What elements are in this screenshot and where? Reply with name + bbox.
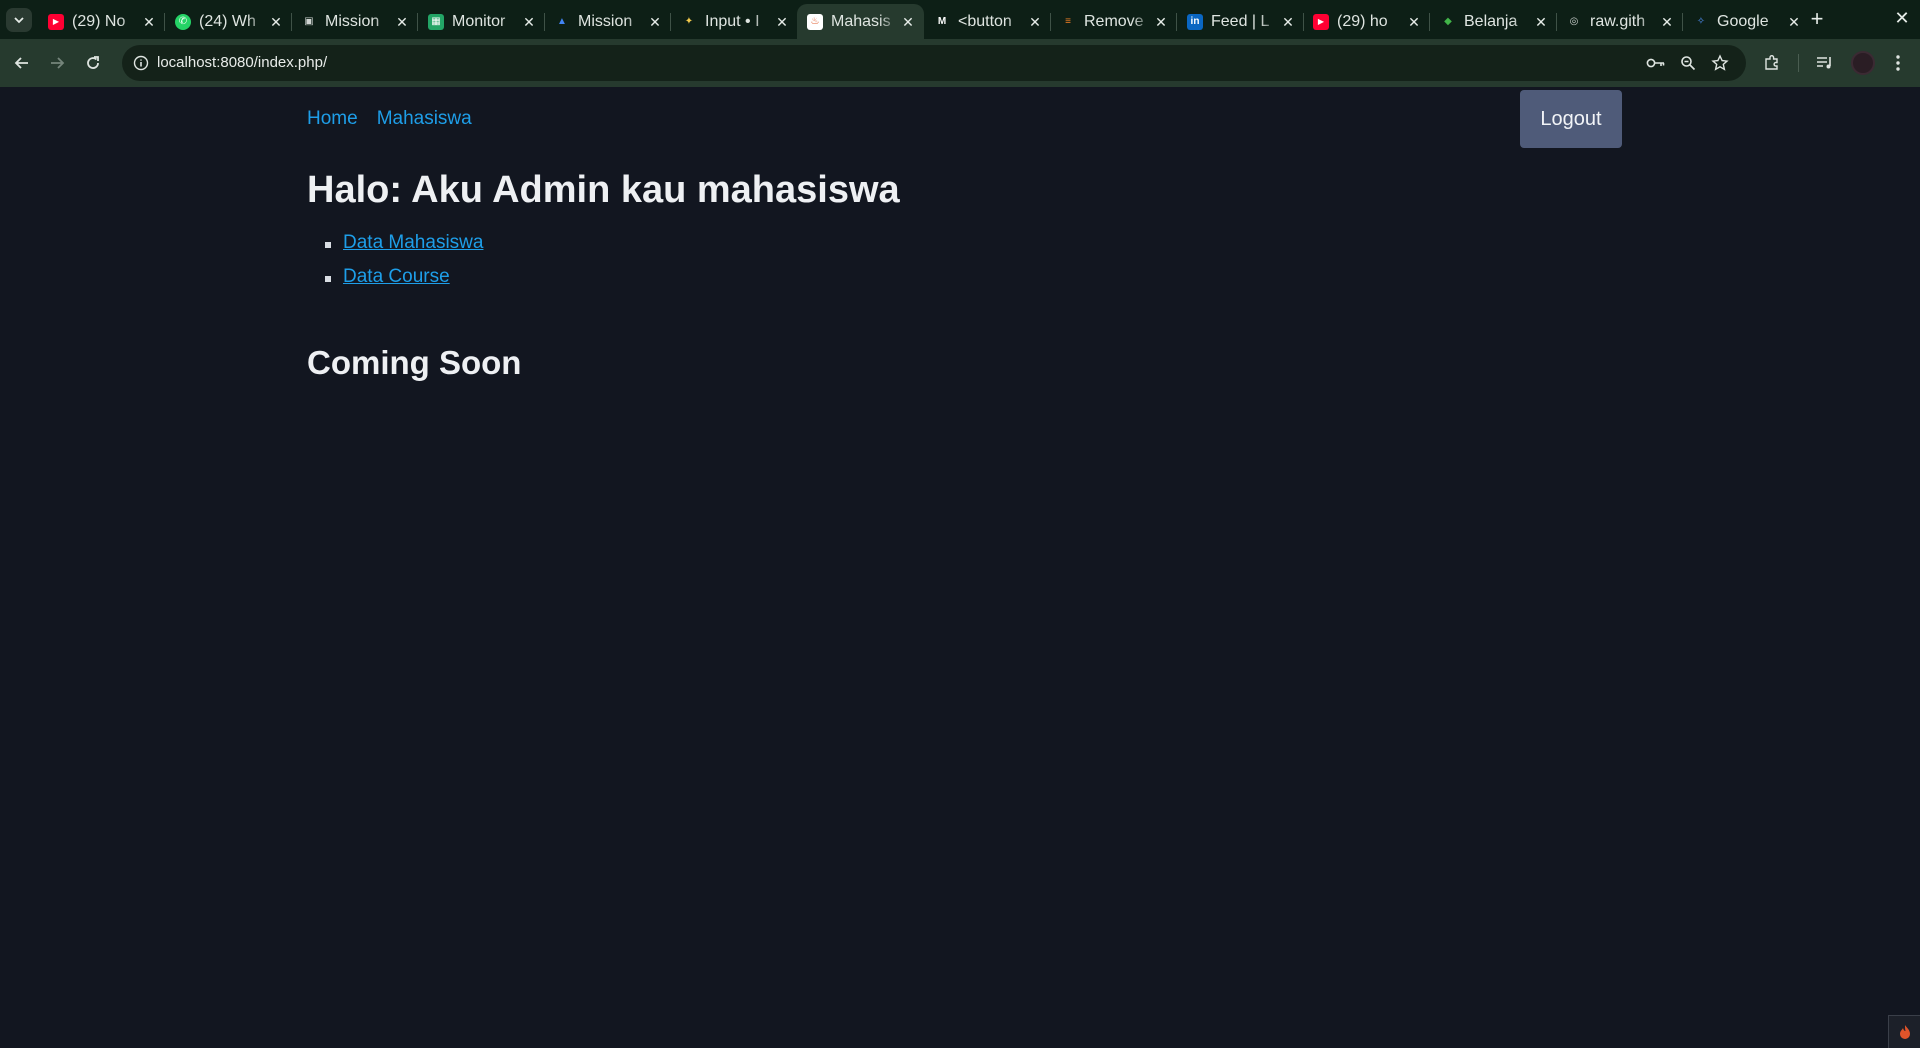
tab-11[interactable]: ▶ (29) ho ✕ (1303, 4, 1430, 39)
profile-avatar[interactable] (1851, 51, 1875, 75)
bullet-icon (325, 276, 331, 282)
tab-title: Mission (325, 12, 380, 30)
tab-title: Google (1717, 12, 1769, 30)
reload-button[interactable] (80, 50, 106, 76)
whatsapp-icon: ✆ (175, 13, 191, 30)
stackoverflow-icon: ≡ (1065, 16, 1071, 27)
flame-icon (1899, 1025, 1910, 1039)
reload-icon (87, 56, 99, 69)
mdn-icon: M (937, 16, 947, 27)
tab-close-icon[interactable]: ✕ (394, 14, 410, 30)
tab-close-icon[interactable]: ✕ (1153, 14, 1169, 30)
tab-close-icon[interactable]: ✕ (1659, 14, 1675, 30)
youtube-icon: ▶ (1313, 13, 1329, 30)
tab-10[interactable]: in Feed | L ✕ (1177, 4, 1304, 39)
bullet-icon (325, 242, 331, 248)
browser-menu-button[interactable] (1885, 50, 1911, 76)
kebab-menu-icon (1896, 55, 1900, 71)
codeigniter-icon: ♨ (807, 13, 823, 30)
tab-close-icon[interactable]: ✕ (900, 14, 916, 30)
sheets-icon: ▦ (428, 13, 444, 30)
tab-close-icon[interactable]: ✕ (1280, 14, 1296, 30)
site-nav: Home Mahasiswa (307, 108, 472, 130)
tab-3[interactable]: ▣ Mission ✕ (291, 4, 418, 39)
tab-title: Mahasis (831, 12, 891, 30)
tab-9[interactable]: ≡ Remove ✕ (1050, 4, 1177, 39)
tab-title: <button (958, 12, 1012, 30)
tab-title: (29) No (72, 12, 126, 30)
tab-title: Input • I (705, 12, 760, 30)
globe-icon: ◎ (1569, 16, 1579, 27)
tab-close-icon[interactable]: ✕ (1533, 14, 1549, 30)
forward-button[interactable] (44, 50, 70, 76)
tab-close-icon[interactable]: ✕ (141, 14, 157, 30)
tab-12[interactable]: ◆ Belanja ✕ (1430, 4, 1557, 39)
tab-7[interactable]: ♨ Mahasis ✕ (797, 4, 924, 39)
tab-14[interactable]: ✧ Google ✕ (1683, 4, 1810, 39)
address-bar[interactable]: localhost:8080/index.php/ (122, 45, 1746, 81)
profile-page-icon: ▣ (304, 16, 314, 27)
toolbar-divider (1798, 54, 1799, 72)
gemini-icon: ✧ (1696, 16, 1706, 27)
back-arrow-icon (14, 57, 28, 69)
tab-title: (29) ho (1337, 12, 1388, 30)
debug-toolbar-toggle[interactable] (1888, 1015, 1920, 1048)
page-title: Halo: Aku Admin kau mahasiswa (307, 169, 900, 211)
tab-8[interactable]: M <button ✕ (924, 4, 1051, 39)
forward-arrow-icon (51, 57, 65, 69)
list-item: Data Mahasiswa (325, 232, 483, 266)
extensions-button[interactable] (1759, 50, 1785, 76)
tab-close-icon[interactable]: ✕ (1786, 14, 1802, 30)
coming-soon-heading: Coming Soon (307, 344, 522, 381)
tab-2[interactable]: ✆ (24) Wh ✕ (165, 4, 292, 39)
nav-link-home[interactable]: Home (307, 108, 358, 130)
chevron-down-icon (14, 17, 24, 24)
linkedin-icon: in (1187, 13, 1203, 30)
tab-close-icon[interactable]: ✕ (774, 14, 790, 30)
back-button[interactable] (9, 50, 35, 76)
browser-toolbar: localhost:8080/index.php/ (0, 39, 1920, 87)
nav-link-mahasiswa[interactable]: Mahasiswa (377, 108, 472, 130)
password-key-icon[interactable] (1644, 51, 1668, 75)
sparkle-icon: ✦ (684, 16, 694, 27)
drive-icon: ▲ (557, 16, 567, 27)
tab-close-icon[interactable]: ✕ (268, 14, 284, 30)
logout-button[interactable]: Logout (1520, 90, 1622, 148)
tab-title: Feed | L (1211, 12, 1270, 30)
tab-title: Belanja (1464, 12, 1518, 30)
tab-strip: ▶ (29) No ✕ ✆ (24) Wh ✕ ▣ Mission ✕ ▦ Monitor ✕ ▲ Mis… (0, 0, 1920, 39)
tab-search-button[interactable] (6, 8, 32, 32)
page-content: Home Mahasiswa Logout Halo: Aku Admin ka… (0, 87, 1920, 1048)
tab-4[interactable]: ▦ Monitor ✕ (418, 4, 545, 39)
site-info-icon[interactable] (130, 52, 152, 74)
data-links-list: Data Mahasiswa Data Course (325, 232, 483, 300)
list-item: Data Course (325, 266, 483, 300)
zoom-icon[interactable] (1676, 51, 1700, 75)
tab-1[interactable]: ▶ (29) No ✕ (38, 4, 165, 39)
tab-title: Remove (1084, 12, 1144, 30)
puzzle-icon (1765, 55, 1778, 70)
tab-close-icon[interactable]: ✕ (521, 14, 537, 30)
tab-close-icon[interactable]: ✕ (647, 14, 663, 30)
url-text[interactable]: localhost:8080/index.php/ (157, 54, 327, 71)
tab-5[interactable]: ▲ Mission ✕ (544, 4, 671, 39)
new-tab-button[interactable]: + (1805, 8, 1829, 32)
tab-6[interactable]: ✦ Input • I ✕ (671, 4, 798, 39)
tokopedia-icon: ◆ (1444, 16, 1452, 27)
bookmark-star-icon[interactable] (1708, 51, 1732, 75)
tab-title: (24) Wh (199, 12, 256, 30)
tab-title: Mission (578, 12, 633, 30)
tab-13[interactable]: ◎ raw.gith ✕ (1556, 4, 1683, 39)
tab-title: raw.gith (1590, 12, 1646, 30)
window-close-icon[interactable]: ✕ (1890, 6, 1914, 30)
data-course-link[interactable]: Data Course (343, 266, 450, 287)
youtube-icon: ▶ (48, 13, 64, 30)
data-mahasiswa-link[interactable]: Data Mahasiswa (343, 232, 483, 253)
tab-close-icon[interactable]: ✕ (1027, 14, 1043, 30)
media-queue-icon (1817, 57, 1831, 69)
tab-close-icon[interactable]: ✕ (1406, 14, 1422, 30)
media-control-button[interactable] (1812, 50, 1838, 76)
tab-title: Monitor (452, 12, 506, 30)
